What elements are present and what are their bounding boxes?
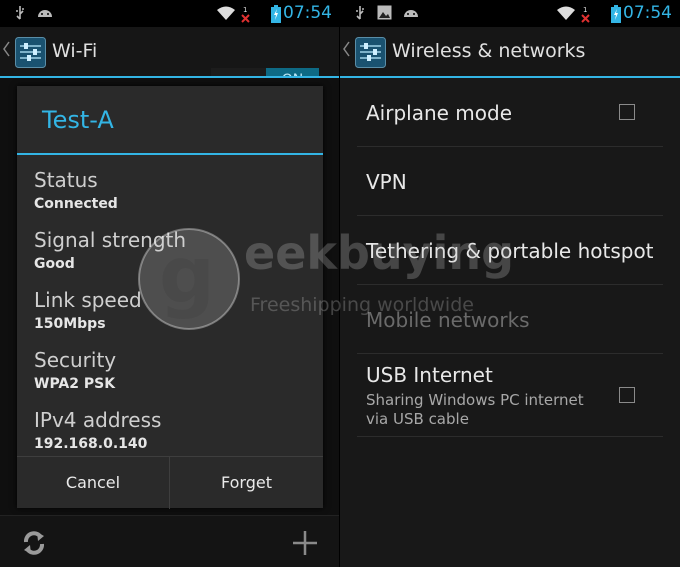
signal-off-icon: 1 <box>581 6 590 23</box>
settings-app-icon[interactable] <box>355 37 386 68</box>
status-bar: 1 07:54 <box>0 0 340 27</box>
network-details-dialog: Test-A Status Connected Signal strength … <box>17 86 323 509</box>
link-speed-label: Link speed <box>34 288 142 312</box>
mobile-networks-item: Mobile networks <box>357 285 663 354</box>
clock-text: 07:54 <box>283 3 332 23</box>
usb-internet-label: USB Internet <box>366 363 493 387</box>
bottom-action-bar <box>0 515 340 567</box>
wifi-icon <box>557 6 575 20</box>
forget-button[interactable]: Forget <box>170 457 323 509</box>
ipv4-value: 192.168.0.140 <box>34 436 148 452</box>
vpn-item[interactable]: VPN <box>357 147 663 216</box>
refresh-icon[interactable] <box>19 528 49 558</box>
airplane-mode-label: Airplane mode <box>366 101 513 125</box>
add-icon[interactable] <box>292 530 318 556</box>
wifi-icon <box>217 6 235 20</box>
link-speed-value: 150Mbps <box>34 316 106 332</box>
back-chevron-icon[interactable] <box>343 41 350 57</box>
page-title: Wireless & networks <box>392 40 586 62</box>
svg-text:1: 1 <box>583 6 587 14</box>
mobile-networks-label: Mobile networks <box>366 308 530 332</box>
back-chevron-icon[interactable] <box>3 41 10 57</box>
dialog-buttons: Cancel Forget <box>17 456 323 509</box>
usb-icon <box>16 6 24 20</box>
status-label: Status <box>34 168 98 192</box>
status-value: Connected <box>34 196 118 212</box>
status-bar: 1 07:54 <box>340 0 680 27</box>
wireless-networks-screen: 1 07:54 Wireless & networks Airplane mod… <box>340 0 680 567</box>
action-bar: Wi-Fi ON <box>0 27 340 93</box>
usb-internet-item[interactable]: USB Internet Sharing Windows PC internet… <box>357 354 663 437</box>
image-icon <box>377 5 392 20</box>
android-icon <box>38 10 52 17</box>
signal-strength-label: Signal strength <box>34 228 187 252</box>
page-title: Wi-Fi <box>52 40 98 62</box>
android-icon <box>404 10 418 17</box>
airplane-mode-checkbox[interactable] <box>619 104 635 120</box>
svg-text:1: 1 <box>243 6 247 14</box>
battery-charging-icon <box>271 5 281 23</box>
usb-internet-checkbox[interactable] <box>619 387 635 403</box>
settings-app-icon[interactable] <box>15 37 46 68</box>
cancel-button[interactable]: Cancel <box>17 457 169 509</box>
battery-charging-icon <box>611 5 621 23</box>
clock-text: 07:54 <box>623 3 672 23</box>
ipv4-label: IPv4 address <box>34 408 162 432</box>
dialog-title: Test-A <box>42 106 114 134</box>
airplane-mode-item[interactable]: Airplane mode <box>357 78 663 147</box>
wifi-screen: 1 07:54 Wi-Fi ON Test-A Status Connected… <box>0 0 340 567</box>
security-value: WPA2 PSK <box>34 376 116 392</box>
signal-strength-value: Good <box>34 256 75 272</box>
signal-off-icon: 1 <box>241 6 250 23</box>
usb-icon <box>356 6 364 20</box>
tethering-item[interactable]: Tethering & portable hotspot <box>357 216 663 285</box>
tethering-label: Tethering & portable hotspot <box>366 239 654 263</box>
vpn-label: VPN <box>366 170 407 194</box>
usb-internet-subtitle: Sharing Windows PC internet via USB cabl… <box>366 391 584 428</box>
action-bar: Wireless & networks <box>340 27 680 77</box>
security-label: Security <box>34 348 117 372</box>
dialog-title-divider <box>17 153 323 155</box>
